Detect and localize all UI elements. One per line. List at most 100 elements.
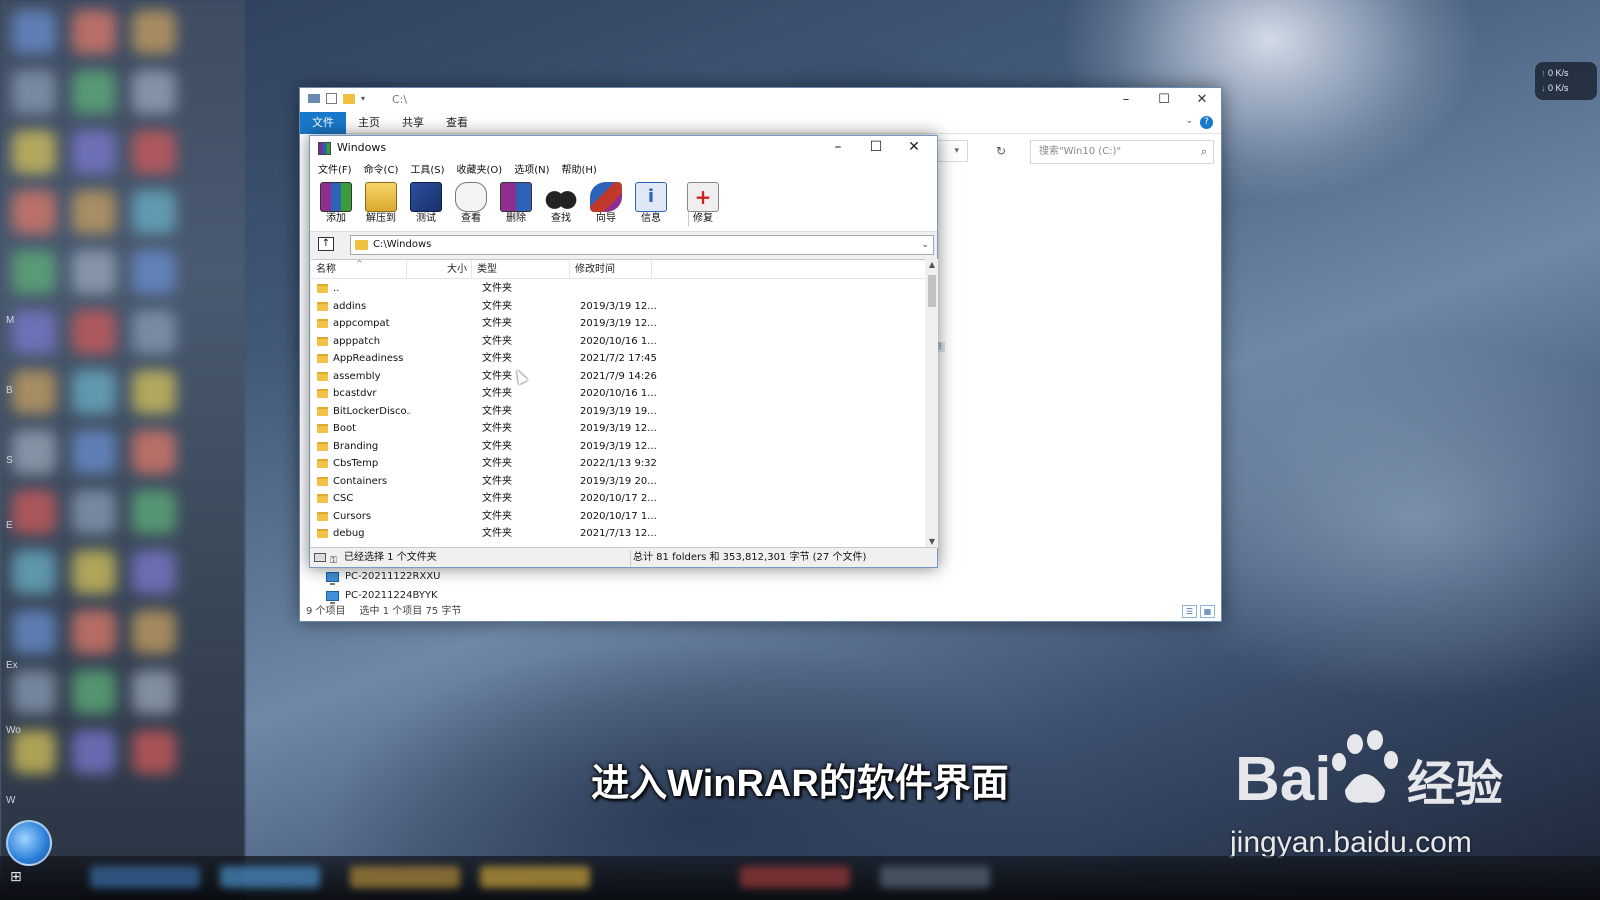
view-button[interactable]: 查看 bbox=[449, 182, 493, 230]
scroll-up-icon[interactable]: ▲ bbox=[926, 259, 938, 271]
table-row[interactable]: .. 文件夹 bbox=[311, 280, 925, 298]
desktop-app-icon[interactable] bbox=[72, 610, 116, 654]
desktop-app-icon[interactable] bbox=[132, 310, 176, 354]
menu-help[interactable]: 帮助(H) bbox=[556, 162, 603, 180]
table-row[interactable]: CbsTemp 文件夹 2022/1/13 9:32 bbox=[311, 455, 925, 473]
desktop-app-icon[interactable] bbox=[72, 550, 116, 594]
table-row[interactable]: assembly 文件夹 2021/7/9 14:26 bbox=[311, 368, 925, 386]
search-input[interactable]: 搜索"Win10 (C:)" ⌕ bbox=[1030, 140, 1214, 164]
table-row[interactable]: Branding 文件夹 2019/3/19 12... bbox=[311, 438, 925, 456]
winrar-close-button[interactable]: ✕ bbox=[895, 136, 933, 158]
table-row[interactable]: debug 文件夹 2021/7/13 12... bbox=[311, 525, 925, 543]
menu-options[interactable]: 选项(N) bbox=[508, 162, 555, 180]
taskbar-app[interactable] bbox=[90, 866, 200, 888]
desktop-app-icon[interactable] bbox=[72, 190, 116, 234]
tab-home[interactable]: 主页 bbox=[346, 112, 392, 134]
desktop-app-icon[interactable] bbox=[72, 10, 116, 54]
desktop-app-icon[interactable] bbox=[72, 430, 116, 474]
menu-file[interactable]: 文件(F) bbox=[312, 162, 358, 180]
new-folder-icon[interactable] bbox=[343, 93, 355, 104]
desktop-app-icon[interactable] bbox=[12, 670, 56, 714]
table-row[interactable]: Containers 文件夹 2019/3/19 20... bbox=[311, 473, 925, 491]
column-name[interactable]: 名称 ^ bbox=[311, 260, 407, 279]
tab-share[interactable]: 共享 bbox=[390, 112, 436, 134]
up-folder-icon[interactable]: ↑ bbox=[318, 237, 334, 251]
winrar-minimize-button[interactable]: – bbox=[819, 136, 857, 158]
properties-icon[interactable] bbox=[326, 93, 337, 104]
desktop-app-icon[interactable] bbox=[132, 370, 176, 414]
desktop-app-icon[interactable] bbox=[72, 130, 116, 174]
desktop-app-icon[interactable] bbox=[132, 190, 176, 234]
desktop-app-icon[interactable] bbox=[72, 490, 116, 534]
customize-dropdown-icon[interactable]: ▾ bbox=[361, 94, 365, 103]
table-row[interactable]: bcastdvr 文件夹 2020/10/16 1... bbox=[311, 385, 925, 403]
desktop-app-icon[interactable] bbox=[72, 250, 116, 294]
desktop-app-icon[interactable] bbox=[132, 550, 176, 594]
floating-assistant-icon[interactable] bbox=[6, 820, 52, 866]
column-size[interactable]: 大小 bbox=[407, 260, 472, 279]
wizard-button[interactable]: 向导 bbox=[584, 182, 628, 230]
desktop-app-icon[interactable] bbox=[12, 70, 56, 114]
desktop-app-icon[interactable] bbox=[12, 310, 56, 354]
desktop-app-icon[interactable] bbox=[12, 190, 56, 234]
taskbar-app[interactable] bbox=[480, 866, 590, 888]
desktop-app-icon[interactable] bbox=[132, 670, 176, 714]
desktop-app-icon[interactable] bbox=[132, 430, 176, 474]
winrar-maximize-button[interactable]: ☐ bbox=[857, 136, 895, 158]
tab-view[interactable]: 查看 bbox=[434, 112, 480, 134]
refresh-icon[interactable]: ↻ bbox=[990, 140, 1012, 162]
help-icon[interactable]: ? bbox=[1200, 116, 1213, 129]
file-list-scrollbar[interactable]: ▲ ▼ bbox=[926, 259, 938, 548]
menu-tools[interactable]: 工具(S) bbox=[404, 162, 450, 180]
taskbar-app[interactable] bbox=[740, 866, 850, 888]
desktop-app-icon[interactable] bbox=[12, 490, 56, 534]
desktop-app-icon[interactable] bbox=[12, 130, 56, 174]
table-row[interactable]: Cursors 文件夹 2020/10/17 1... bbox=[311, 508, 925, 526]
table-row[interactable]: apppatch 文件夹 2020/10/16 1... bbox=[311, 333, 925, 351]
path-dropdown[interactable]: C:\Windows ⌄ bbox=[350, 235, 934, 255]
table-row[interactable]: Boot 文件夹 2019/3/19 12... bbox=[311, 420, 925, 438]
desktop-app-icon[interactable] bbox=[132, 250, 176, 294]
table-row[interactable]: appcompat 文件夹 2019/3/19 12... bbox=[311, 315, 925, 333]
table-row[interactable]: addins 文件夹 2019/3/19 12... bbox=[311, 298, 925, 316]
desktop-app-icon[interactable] bbox=[132, 70, 176, 114]
desktop-app-icon[interactable] bbox=[72, 670, 116, 714]
desktop-app-icon[interactable] bbox=[12, 610, 56, 654]
desktop-app-icon[interactable] bbox=[12, 250, 56, 294]
delete-button[interactable]: 删除 bbox=[494, 182, 538, 230]
taskbar-app[interactable] bbox=[220, 866, 320, 888]
taskbar-app[interactable] bbox=[880, 866, 990, 888]
table-row[interactable]: CSC 文件夹 2020/10/17 2... bbox=[311, 490, 925, 508]
desktop-app-icon[interactable] bbox=[132, 610, 176, 654]
large-icons-view-icon[interactable]: ▦ bbox=[1200, 605, 1215, 618]
taskbar-app[interactable] bbox=[350, 866, 460, 888]
repair-button[interactable]: + 修复 bbox=[681, 182, 725, 230]
explorer-minimize-button[interactable]: – bbox=[1107, 90, 1145, 110]
ribbon-collapse-icon[interactable]: ⌄ bbox=[1185, 116, 1193, 126]
desktop-app-icon[interactable] bbox=[12, 10, 56, 54]
table-row[interactable]: BitLockerDisco... 文件夹 2019/3/19 19... bbox=[311, 403, 925, 421]
column-type[interactable]: 类型 bbox=[472, 260, 570, 279]
add-button[interactable]: 添加 bbox=[314, 182, 358, 230]
scroll-thumb[interactable] bbox=[928, 275, 936, 307]
desktop-app-icon[interactable] bbox=[12, 370, 56, 414]
find-button[interactable]: 查找 bbox=[539, 182, 583, 230]
desktop-app-icon[interactable] bbox=[132, 130, 176, 174]
network-item[interactable]: PC-20211122RXXU bbox=[326, 568, 441, 586]
extract-to-button[interactable]: 解压到 bbox=[359, 182, 403, 230]
explorer-maximize-button[interactable]: ☐ bbox=[1145, 90, 1183, 110]
desktop-app-icon[interactable] bbox=[12, 430, 56, 474]
windows-start-icon[interactable]: ⊞ bbox=[10, 870, 24, 884]
explorer-close-button[interactable]: ✕ bbox=[1183, 90, 1221, 110]
menu-commands[interactable]: 命令(C) bbox=[358, 162, 405, 180]
desktop-app-icon[interactable] bbox=[132, 10, 176, 54]
test-button[interactable]: 测试 bbox=[404, 182, 448, 230]
table-row[interactable]: AppReadiness 文件夹 2021/7/2 17:45 bbox=[311, 350, 925, 368]
column-modified[interactable]: 修改时间 bbox=[570, 260, 652, 279]
desktop-app-icon[interactable] bbox=[132, 490, 176, 534]
desktop-app-icon[interactable] bbox=[12, 550, 56, 594]
details-view-icon[interactable]: ☰ bbox=[1182, 605, 1197, 618]
desktop-app-icon[interactable] bbox=[72, 370, 116, 414]
menu-favorites[interactable]: 收藏夹(O) bbox=[451, 162, 509, 180]
info-button[interactable]: i 信息 bbox=[629, 182, 673, 230]
